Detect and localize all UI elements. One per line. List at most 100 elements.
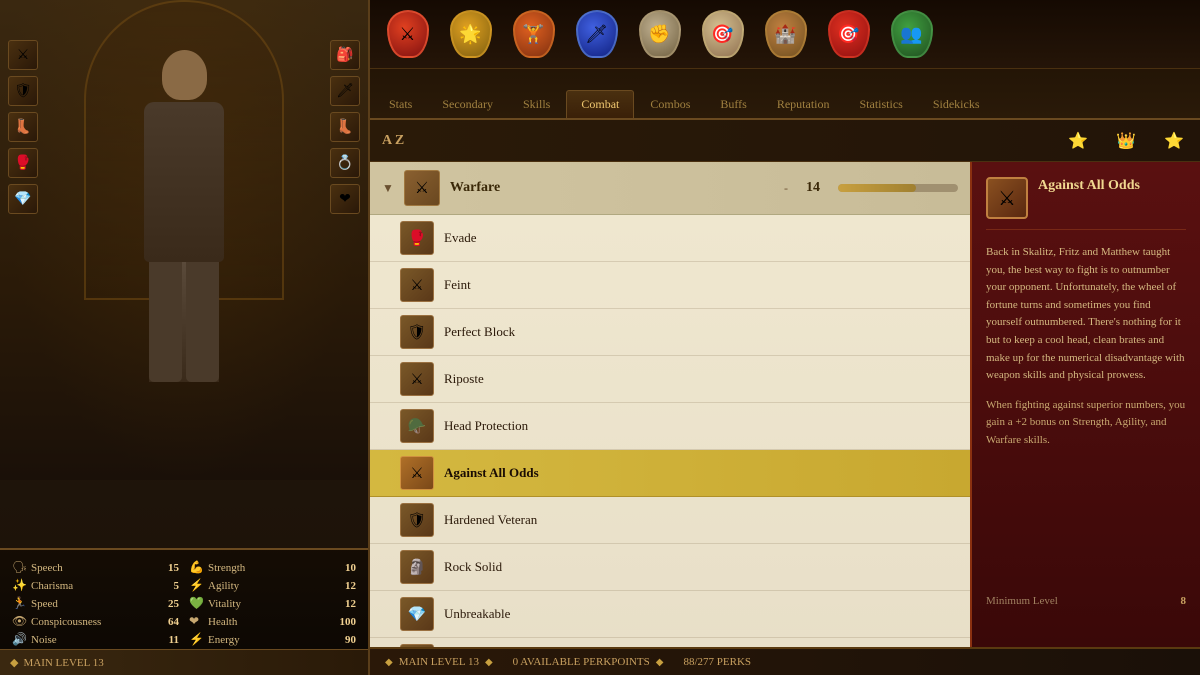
tab-statistics[interactable]: Statistics — [846, 91, 917, 118]
skill-riposte[interactable]: ⚔ Riposte — [370, 356, 970, 403]
side-icon-3[interactable]: 👢 — [8, 112, 38, 142]
skill-feint[interactable]: ⚔ Feint — [370, 262, 970, 309]
nav-icon-stats[interactable]: ⚔ — [380, 5, 435, 63]
nav-icon-sidekicks[interactable]: 👥 — [884, 5, 939, 63]
char-legs — [149, 262, 219, 382]
stat-noise: 🔊 Noise 11 — [12, 632, 179, 647]
char-leg-left — [149, 262, 182, 382]
filter-bar: A Z ⭐ 👑 ⭐ — [370, 120, 1200, 162]
left-panel: ⚔ 🛡 👢 🥊 💎 🎒 🗡 👢 💍 ❤ 🗣 — [0, 0, 370, 675]
tab-buffs[interactable]: Buffs — [706, 91, 760, 118]
stat-charisma: ✨ Charisma 5 — [12, 578, 179, 593]
skill-riposte-icon: ⚔ — [400, 362, 434, 396]
skill-unbreakable[interactable]: 💎 Unbreakable — [370, 591, 970, 638]
skill-rock-solid[interactable]: 🗿 Rock Solid — [370, 544, 970, 591]
skill-perfect-block-icon: 🛡 — [400, 315, 434, 349]
detail-panel: ⚔ Against All Odds Back in Skalitz, Frit… — [970, 162, 1200, 647]
skill-evade[interactable]: 🥊 Evade — [370, 215, 970, 262]
skill-feint-icon: ⚔ — [400, 268, 434, 302]
skills-shield-icon: 🏋 — [513, 10, 555, 58]
stat-conspicuousness: 👁 Conspicousness 64 — [12, 614, 179, 629]
stat-agility: ⚡ Agility 12 — [189, 578, 356, 593]
nav-icon-buffs[interactable]: 🎯 — [695, 5, 750, 63]
warfare-category[interactable]: ▼ ⚔ Warfare - 14 — [370, 162, 970, 215]
right-side-icons: 🎒 🗡 👢 💍 ❤ — [330, 40, 360, 214]
conspicuousness-icon: 👁 — [12, 614, 26, 629]
perks-count-label: 88/277 PERKS — [683, 656, 751, 668]
sort-az-label[interactable]: A Z — [382, 133, 404, 149]
skill-unbreakable-name: Unbreakable — [444, 606, 958, 622]
nav-icon-statistics[interactable]: 🎯 — [821, 5, 876, 63]
tab-secondary[interactable]: Secondary — [428, 91, 507, 118]
character-view: ⚔ 🛡 👢 🥊 💎 🎒 🗡 👢 💍 ❤ — [0, 0, 368, 480]
tab-stats[interactable]: Stats — [375, 91, 426, 118]
warfare-progress-bar — [838, 184, 958, 192]
main-bottom-bar: ◆ MAIN LEVEL 13 ◆ 0 AVAILABLE PERKPOINTS… — [370, 647, 1200, 675]
stat-conspicuousness-value: 64 — [154, 616, 179, 628]
reputation-shield-icon: 🏰 — [765, 10, 807, 58]
skill-steadfast[interactable]: 🏋 Steadfast — [370, 638, 970, 647]
stat-speed: 🏃 Speed 25 — [12, 596, 179, 611]
main-content: ⚔ 🌟 🏋 🗡 ✊ 🎯 🏰 🎯 👥 — [370, 0, 1200, 675]
skill-head-protection[interactable]: 🪖 Head Protection — [370, 403, 970, 450]
detail-title: Against All Odds — [1038, 177, 1140, 195]
skill-evade-icon: 🥊 — [400, 221, 434, 255]
diamond-bottom-left: ◆ — [385, 657, 393, 668]
skill-perfect-block[interactable]: 🛡 Perfect Block — [370, 309, 970, 356]
filter-crown-icon[interactable]: 👑 — [1112, 127, 1140, 155]
filter-star-icon[interactable]: ⭐ — [1064, 127, 1092, 155]
diamond-left-icon: ◆ — [10, 656, 18, 669]
sidekicks-shield-icon: 👥 — [891, 10, 933, 58]
tab-combos[interactable]: Combos — [636, 91, 704, 118]
character-silhouette — [114, 50, 254, 430]
stat-charisma-value: 5 — [154, 580, 179, 592]
tab-skills[interactable]: Skills — [509, 91, 564, 118]
detail-description: Back in Skalitz, Fritz and Matthew taugh… — [986, 244, 1186, 385]
stat-vitality-label: Vitality — [208, 598, 326, 610]
side-icon-4[interactable]: 🥊 — [8, 148, 38, 178]
bottom-perks: 0 AVAILABLE PERKPOINTS ◆ — [513, 656, 664, 668]
side-icon-right-1[interactable]: 🎒 — [330, 40, 360, 70]
filter-star2-icon[interactable]: ⭐ — [1160, 127, 1188, 155]
warfare-dash: - — [784, 181, 788, 196]
left-bottom-bar: ◆ MAIN LEVEL 13 — [0, 649, 368, 675]
skill-against-all-odds[interactable]: ⚔ Against All Odds — [370, 450, 970, 497]
nav-icon-secondary[interactable]: 🌟 — [443, 5, 498, 63]
side-icon-1[interactable]: ⚔ — [8, 40, 38, 70]
tab-combat[interactable]: Combat — [566, 90, 634, 118]
skill-rock-solid-name: Rock Solid — [444, 559, 958, 575]
diamond-middle: ◆ — [656, 657, 664, 668]
nav-icon-combos[interactable]: ✊ — [632, 5, 687, 63]
stat-speed-label: Speed — [31, 598, 149, 610]
bottom-main-level-label: MAIN LEVEL 13 — [399, 656, 479, 668]
side-icon-2[interactable]: 🛡 — [8, 76, 38, 106]
top-navigation: ⚔ 🌟 🏋 🗡 ✊ 🎯 🏰 🎯 👥 — [370, 0, 1200, 120]
skill-head-protection-icon: 🪖 — [400, 409, 434, 443]
side-icon-right-2[interactable]: 🗡 — [330, 76, 360, 106]
noise-icon: 🔊 — [12, 632, 26, 647]
nav-icon-reputation[interactable]: 🏰 — [758, 5, 813, 63]
skills-list: ▼ ⚔ Warfare - 14 🥊 Evade ⚔ Feint — [370, 162, 970, 647]
side-icon-right-4[interactable]: 💍 — [330, 148, 360, 178]
vitality-icon: 💚 — [189, 596, 203, 611]
detail-min-level-row: Minimum Level 8 — [986, 595, 1186, 607]
stat-speech: 🗣 Speech 15 — [12, 560, 179, 575]
side-icon-right-3[interactable]: 👢 — [330, 112, 360, 142]
detail-effect: When fighting against superior numbers, … — [986, 397, 1186, 450]
stat-health-label: Health — [208, 616, 326, 628]
side-icon-right-5[interactable]: ❤ — [330, 184, 360, 214]
min-level-label: Minimum Level — [986, 595, 1058, 607]
stat-speech-value: 15 — [154, 562, 179, 574]
skill-unbreakable-icon: 💎 — [400, 597, 434, 631]
skill-hardened-veteran[interactable]: 🛡 Hardened Veteran — [370, 497, 970, 544]
skill-evade-name: Evade — [444, 230, 958, 246]
tab-sidekicks[interactable]: Sidekicks — [919, 91, 994, 118]
tab-reputation[interactable]: Reputation — [763, 91, 844, 118]
side-icon-5[interactable]: 💎 — [8, 184, 38, 214]
stat-noise-label: Noise — [31, 634, 149, 646]
agility-icon: ⚡ — [189, 578, 203, 593]
nav-icon-skills[interactable]: 🏋 — [506, 5, 561, 63]
speed-icon: 🏃 — [12, 596, 26, 611]
skill-head-protection-name: Head Protection — [444, 418, 958, 434]
nav-icon-combat[interactable]: 🗡 — [569, 5, 624, 63]
